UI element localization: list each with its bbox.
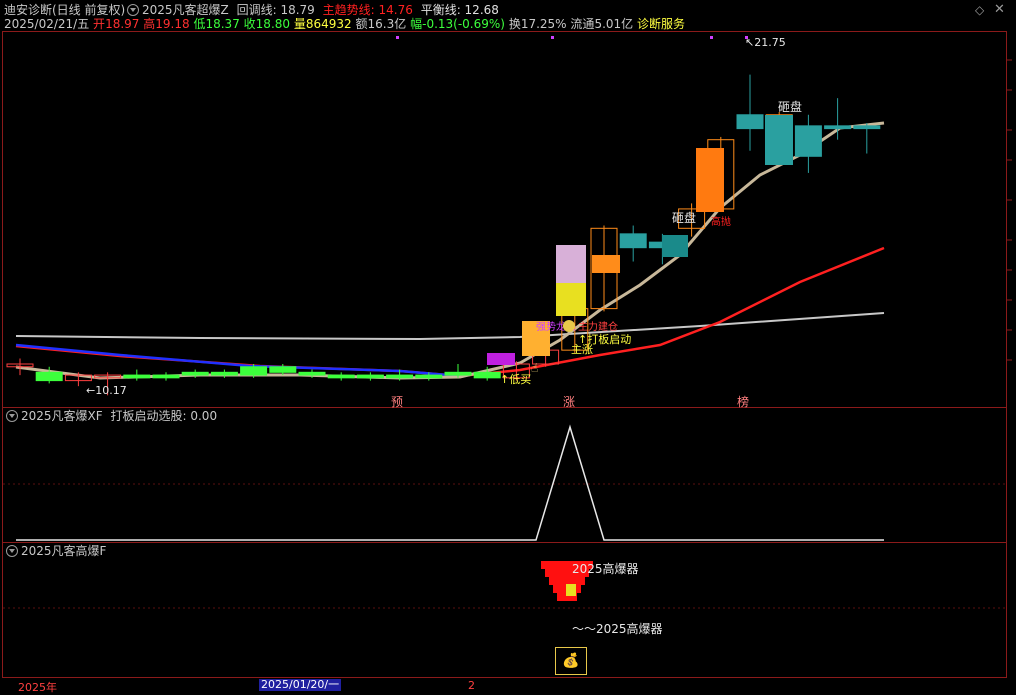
zapan-label-2: 砸盘 bbox=[778, 100, 803, 114]
axis-tick: 2 bbox=[468, 679, 475, 692]
low-price-label: ←10.17 bbox=[86, 384, 127, 397]
candle-body bbox=[853, 125, 881, 130]
price-chart bbox=[3, 36, 1012, 609]
sub1-value: 打板启动选股: 0.00 bbox=[110, 409, 218, 423]
dibuy-label: ↑低买 bbox=[500, 373, 532, 386]
money-bag-icon[interactable]: 💰 bbox=[555, 647, 587, 675]
candle-body bbox=[356, 374, 384, 379]
blue-ma-line bbox=[15, 343, 461, 378]
axis-cursor-date: 2025/01/20/一 bbox=[259, 678, 342, 691]
sub2-dropdown-icon[interactable] bbox=[6, 545, 18, 557]
sub1-dropdown-icon[interactable] bbox=[6, 410, 18, 422]
candle-body bbox=[269, 366, 297, 373]
candle-body bbox=[123, 374, 151, 379]
huitiao-line bbox=[15, 121, 885, 380]
candle-body bbox=[152, 374, 180, 379]
zhang-marker: 涨 bbox=[563, 395, 576, 409]
axis-year: 2025年 bbox=[18, 681, 57, 694]
zhuqi-label: 主力建仓 bbox=[578, 322, 618, 333]
signal-bar-magenta bbox=[487, 353, 515, 365]
zhuzhang-label: 主涨 bbox=[571, 343, 593, 356]
candle-body bbox=[327, 374, 355, 379]
sub1-header: 2025凡客爆XF 打板启动选股: 0.00 bbox=[21, 409, 217, 423]
pingheng-line bbox=[15, 312, 885, 341]
candle-body bbox=[824, 125, 852, 130]
signal-dot bbox=[396, 36, 399, 39]
candle-body bbox=[444, 371, 472, 376]
candle-body bbox=[298, 371, 326, 376]
candle-body bbox=[415, 374, 443, 379]
gaobao-bar bbox=[549, 577, 585, 585]
candle-body bbox=[386, 374, 414, 379]
yu-marker: 预 bbox=[391, 395, 404, 409]
candle-body bbox=[240, 366, 268, 376]
candle-body bbox=[736, 114, 764, 130]
candle-body bbox=[210, 371, 238, 376]
gaobao-label-2: ～～2025高爆器 bbox=[572, 622, 663, 636]
candle-body bbox=[473, 371, 501, 379]
candle-body bbox=[619, 233, 647, 249]
bang-marker: 榜 bbox=[737, 395, 750, 409]
sub2-name[interactable]: 2025凡客高爆F bbox=[21, 544, 106, 558]
zapan-label-1: 砸盘 bbox=[672, 211, 697, 225]
candle-teal-mid bbox=[662, 235, 688, 257]
candle-body bbox=[181, 371, 209, 376]
candle-orange-1 bbox=[592, 255, 620, 273]
gaopao-label: 高抛 bbox=[711, 217, 731, 228]
signal-dot bbox=[551, 36, 554, 39]
coin-icon bbox=[563, 320, 575, 332]
sub1-name[interactable]: 2025凡客爆XF bbox=[21, 409, 103, 423]
candle-orange-big bbox=[696, 148, 724, 212]
candle-body bbox=[35, 371, 63, 382]
signal-bar-purple bbox=[556, 245, 586, 283]
candle-body bbox=[794, 125, 822, 157]
sub2-header: 2025凡客高爆F bbox=[21, 544, 106, 558]
signal-bar-yellow bbox=[556, 283, 586, 316]
hand-cursor-icon: ☝ bbox=[531, 361, 539, 375]
signal-dot bbox=[710, 36, 713, 39]
high-price-label: ↖21.75 bbox=[745, 36, 786, 49]
gaobao-core bbox=[566, 584, 576, 596]
time-axis[interactable] bbox=[0, 679, 1016, 692]
candle-teal-top bbox=[765, 115, 793, 165]
gaobao-label-1: 2025高爆器 bbox=[572, 562, 639, 576]
